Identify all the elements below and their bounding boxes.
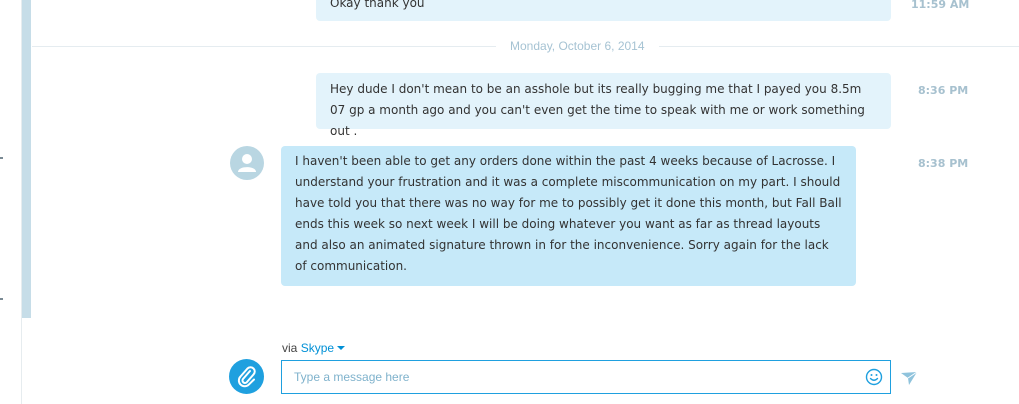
message-text: Hey dude I don't mean to be an asshole b…	[330, 82, 865, 138]
message-timestamp: 8:36 PM	[918, 84, 969, 97]
message-text: I haven't been able to get any orders do…	[295, 154, 842, 273]
caret-down-icon	[337, 346, 346, 350]
via-label: via	[282, 341, 298, 355]
sidebar-edge	[0, 0, 22, 404]
message-timestamp: 11:59 AM	[911, 0, 970, 11]
via-service-name: Skype	[300, 341, 335, 355]
via-service-selector[interactable]: via Skype	[282, 341, 346, 355]
sidebar-dot	[0, 157, 3, 159]
attach-button[interactable]	[229, 359, 264, 394]
message-text: Okay thank you	[330, 0, 425, 10]
message-input[interactable]	[281, 360, 891, 394]
message-bubble-incoming: I haven't been able to get any orders do…	[281, 146, 856, 286]
user-avatar-icon[interactable]	[230, 146, 264, 180]
smiley-icon	[865, 368, 883, 386]
message-timestamp: 8:38 PM	[918, 157, 969, 170]
emoji-button[interactable]	[865, 368, 883, 386]
message-bubble-outgoing: Okay thank you	[316, 0, 891, 21]
sidebar-scrollbar[interactable]	[22, 0, 31, 318]
message-bubble-outgoing: Hey dude I don't mean to be an asshole b…	[316, 73, 891, 138]
sidebar-dot	[0, 298, 3, 300]
send-button[interactable]	[900, 370, 918, 386]
send-arrow-icon	[901, 371, 918, 385]
day-separator-label: Monday, October 6, 2014	[496, 39, 659, 53]
paperclip-icon	[237, 366, 256, 388]
chat-window: Okay thank you 11:59 AM Monday, October …	[0, 0, 1019, 404]
